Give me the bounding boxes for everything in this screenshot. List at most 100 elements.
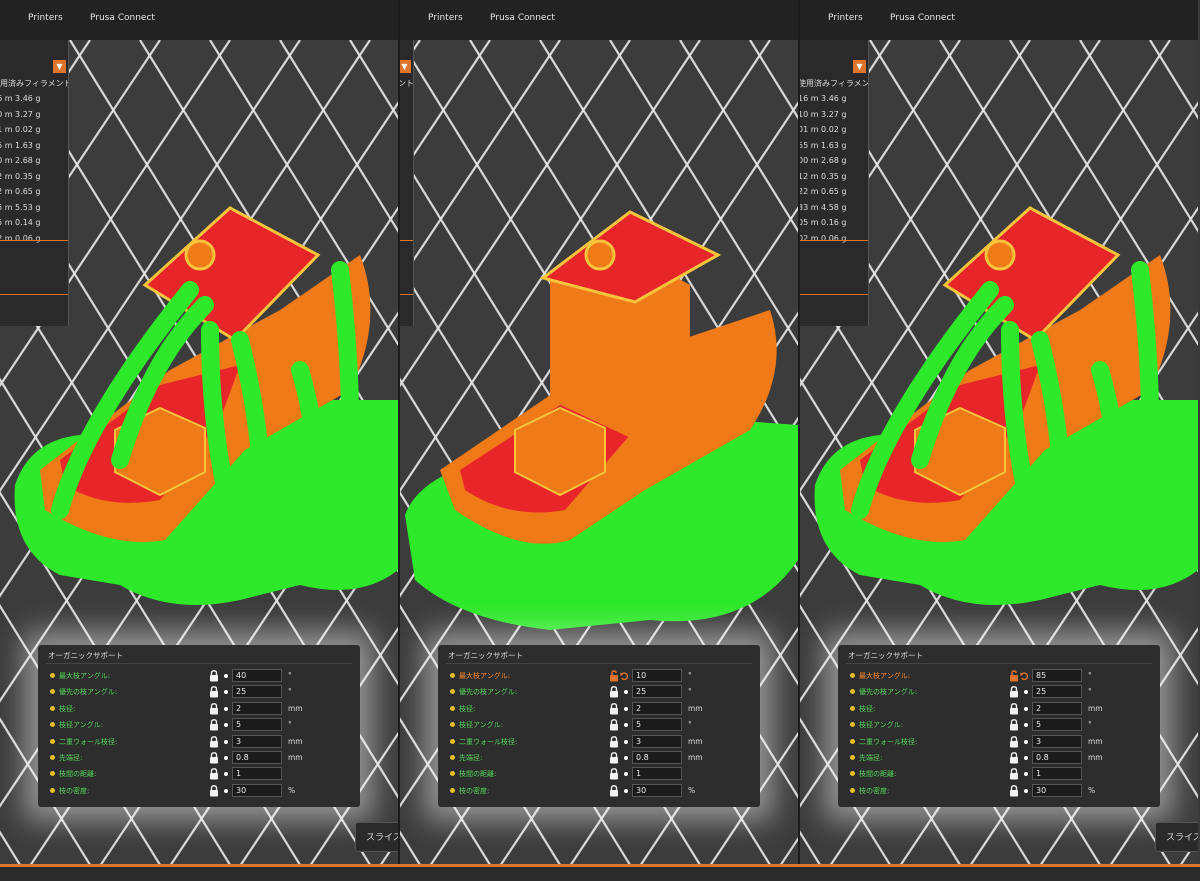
setting-input[interactable]: 3 bbox=[1032, 734, 1082, 748]
setting-unit: mm bbox=[288, 703, 303, 713]
setting-bullet bbox=[450, 755, 455, 760]
setting-row: 優先の枝アングル: 25 ° bbox=[38, 684, 360, 700]
setting-bullet bbox=[50, 738, 55, 744]
setting-row: 二重ウォール枝径: 3 mm bbox=[438, 734, 760, 750]
organic-support-panel: オーガニックサポート 最大枝アングル: 10 ° 優先の枝アングル: 25 ° 枝径: 2 mm 枝… bbox=[438, 645, 760, 807]
system-value-dot bbox=[1024, 788, 1028, 793]
lock-icon[interactable] bbox=[209, 686, 219, 698]
lock-icon[interactable] bbox=[209, 752, 219, 764]
setting-input[interactable]: 30 bbox=[1032, 783, 1082, 797]
lock-icon[interactable] bbox=[609, 702, 619, 715]
setting-input[interactable]: 0.8 bbox=[632, 751, 682, 764]
lock-icon[interactable] bbox=[1009, 719, 1019, 731]
dropdown-arrow-icon[interactable]: ▼ bbox=[53, 60, 66, 73]
setting-input[interactable]: 0.8 bbox=[232, 751, 282, 764]
setting-input[interactable]: 10 bbox=[632, 669, 682, 682]
unlock-icon[interactable] bbox=[1009, 670, 1019, 682]
setting-row: 枝径: 2 mm bbox=[438, 701, 760, 717]
setting-label: 先端径: bbox=[59, 754, 83, 762]
lock-icon[interactable] bbox=[609, 686, 619, 698]
lock-icon[interactable] bbox=[209, 784, 219, 797]
lock-icon[interactable] bbox=[209, 768, 219, 780]
setting-input[interactable]: 2 bbox=[632, 701, 682, 715]
setting-bullet bbox=[850, 705, 855, 711]
undo-icon[interactable] bbox=[620, 670, 629, 682]
setting-input[interactable]: 5 bbox=[1032, 718, 1082, 732]
setting-input[interactable]: 25 bbox=[1032, 685, 1082, 699]
setting-input[interactable]: 3 bbox=[632, 734, 682, 748]
setting-input[interactable]: 2 bbox=[232, 701, 282, 715]
system-value-dot bbox=[224, 706, 228, 711]
system-value-dot bbox=[224, 690, 228, 695]
setting-input[interactable]: 3 bbox=[232, 734, 282, 748]
undo-icon[interactable] bbox=[1020, 670, 1029, 682]
setting-input[interactable]: 85 bbox=[1032, 669, 1082, 682]
system-value-dot bbox=[624, 788, 628, 793]
setting-row: 先端径: 0.8 mm bbox=[438, 750, 760, 766]
setting-input[interactable]: 2 bbox=[1032, 701, 1082, 715]
setting-unit: ° bbox=[688, 671, 692, 680]
setting-bullet bbox=[450, 722, 455, 728]
lock-icon[interactable] bbox=[609, 752, 619, 764]
lock-icon[interactable] bbox=[609, 719, 619, 731]
setting-input[interactable]: 1 bbox=[232, 767, 282, 781]
top-bar: Printers Prusa Connect bbox=[800, 0, 1198, 40]
filament-row: 22 m 0.65 g bbox=[0, 187, 41, 196]
setting-input[interactable]: 30 bbox=[632, 783, 682, 797]
slice-button[interactable]: スライスが bbox=[355, 822, 398, 852]
filament-row: 02 m 0.06 g bbox=[0, 233, 41, 243]
setting-label: 枝間の距離: bbox=[859, 770, 897, 779]
dropdown-arrow-icon[interactable]: ▼ bbox=[400, 60, 411, 73]
setting-input[interactable]: 5 bbox=[232, 718, 282, 732]
setting-row: 先端径: 0.8 mm bbox=[838, 750, 1160, 766]
system-value-dot bbox=[624, 772, 628, 777]
slice-button[interactable]: スライスが bbox=[1155, 822, 1198, 852]
setting-label: 枝径アングル: bbox=[459, 721, 504, 730]
setting-row: 最大枝アングル: 85 ° bbox=[838, 668, 1160, 684]
filament-row: 33 m 4.58 g bbox=[800, 202, 847, 212]
lock-icon[interactable] bbox=[1009, 768, 1019, 780]
setting-unit: mm bbox=[288, 753, 303, 762]
setting-input[interactable]: 1 bbox=[1032, 767, 1082, 781]
setting-label: 優先の枝アングル: bbox=[459, 688, 518, 697]
printers-tab[interactable]: Printers bbox=[428, 13, 463, 23]
tree-support-branch bbox=[1131, 261, 1159, 539]
unlock-icon[interactable] bbox=[609, 670, 619, 682]
lock-icon[interactable] bbox=[1009, 735, 1019, 748]
setting-bullet bbox=[850, 738, 855, 744]
setting-input[interactable]: 0.8 bbox=[1032, 751, 1082, 764]
printers-tab[interactable]: Printers bbox=[828, 13, 863, 23]
lock-icon[interactable] bbox=[609, 768, 619, 780]
prusa-connect-tab[interactable]: Prusa Connect bbox=[490, 13, 555, 23]
setting-input[interactable]: 25 bbox=[232, 685, 282, 699]
lock-icon[interactable] bbox=[609, 784, 619, 797]
filament-row: 01 m 0.02 g bbox=[800, 125, 847, 134]
setting-label: 枝径アングル: bbox=[59, 721, 104, 730]
lock-icon[interactable] bbox=[1009, 702, 1019, 715]
prusa-connect-tab[interactable]: Prusa Connect bbox=[890, 13, 955, 23]
printers-tab[interactable]: Printers bbox=[28, 13, 63, 23]
setting-input[interactable]: 25 bbox=[632, 685, 682, 699]
dropdown-arrow-icon[interactable]: ▼ bbox=[853, 60, 866, 73]
lock-icon[interactable] bbox=[209, 719, 219, 731]
setting-input[interactable]: 40 bbox=[232, 669, 282, 682]
lock-icon[interactable] bbox=[609, 735, 619, 748]
setting-label: 枝の密度: bbox=[459, 786, 490, 795]
system-value-dot bbox=[224, 756, 228, 760]
lock-icon[interactable] bbox=[1009, 784, 1019, 797]
lock-icon[interactable] bbox=[209, 702, 219, 715]
lock-icon[interactable] bbox=[209, 670, 219, 682]
setting-bullet bbox=[850, 771, 855, 777]
system-value-dot bbox=[224, 723, 228, 728]
setting-input[interactable]: 30 bbox=[232, 783, 282, 797]
lock-icon[interactable] bbox=[1009, 686, 1019, 698]
setting-bullet bbox=[450, 689, 455, 695]
lock-icon[interactable] bbox=[209, 735, 219, 748]
setting-input[interactable]: 1 bbox=[632, 767, 682, 781]
setting-input[interactable]: 5 bbox=[632, 718, 682, 732]
lock-icon[interactable] bbox=[1009, 752, 1019, 764]
prusa-connect-tab[interactable]: Prusa Connect bbox=[90, 13, 155, 23]
setting-unit: mm bbox=[688, 703, 703, 713]
stats-separator bbox=[400, 240, 413, 241]
setting-unit: mm bbox=[1088, 703, 1103, 713]
